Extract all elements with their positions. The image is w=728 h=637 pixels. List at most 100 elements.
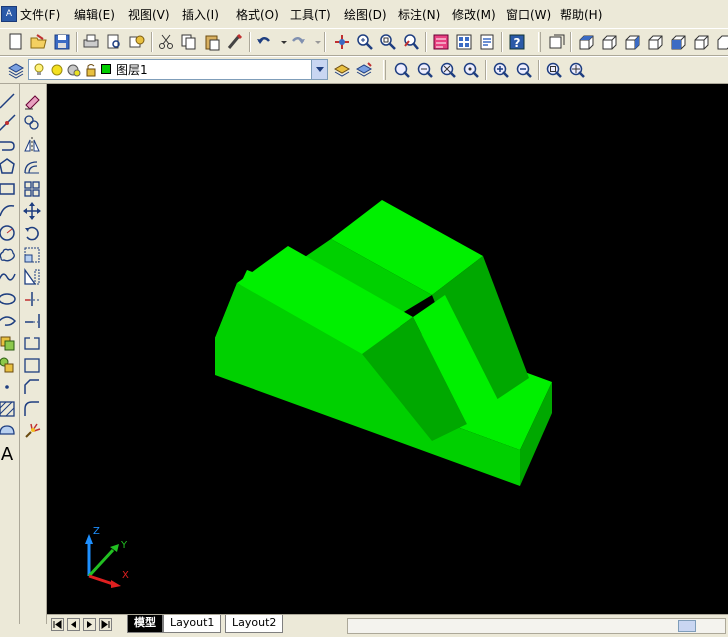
break-at-point-icon[interactable]	[21, 354, 43, 376]
zoom-center-icon[interactable]	[461, 60, 481, 80]
layer-dropdown-arrow[interactable]	[311, 60, 327, 79]
zoom-dynamic-icon[interactable]	[415, 60, 435, 80]
match-properties-icon[interactable]	[225, 32, 245, 52]
spline-icon[interactable]	[0, 266, 18, 288]
first-tab-icon[interactable]	[51, 618, 64, 631]
stretch-icon[interactable]	[21, 266, 43, 288]
right-view-icon[interactable]	[645, 32, 665, 52]
pan-realtime-icon[interactable]	[332, 32, 352, 52]
bottom-view-icon[interactable]	[599, 32, 619, 52]
menu-edit[interactable]: 编辑(E)	[74, 6, 115, 24]
construction-line-icon[interactable]	[0, 112, 18, 134]
zoom-in-icon[interactable]	[491, 60, 511, 80]
menu-view[interactable]: 视图(V)	[128, 6, 170, 24]
region-icon[interactable]	[0, 420, 18, 442]
properties-icon[interactable]	[431, 32, 451, 52]
hatch-icon[interactable]	[0, 398, 18, 420]
multiline-text-icon[interactable]: A	[0, 442, 18, 464]
paste-icon[interactable]	[202, 32, 222, 52]
copy-object-icon[interactable]	[21, 112, 43, 134]
help-icon[interactable]: ?	[507, 32, 527, 52]
copy-icon[interactable]	[179, 32, 199, 52]
menu-file[interactable]: 文件(F)	[20, 6, 60, 24]
polyline-icon[interactable]	[0, 134, 18, 156]
mirror-icon[interactable]	[21, 134, 43, 156]
next-tab-icon[interactable]	[83, 618, 96, 631]
scroll-thumb[interactable]	[678, 620, 696, 632]
last-tab-icon[interactable]	[99, 618, 112, 631]
tab-model[interactable]: 模型	[127, 615, 163, 633]
left-view-icon[interactable]	[622, 32, 642, 52]
menu-insert[interactable]: 插入(I)	[182, 6, 219, 24]
circle-icon[interactable]	[0, 222, 18, 244]
zoom-out-icon[interactable]	[514, 60, 534, 80]
tool-palettes-icon[interactable]	[477, 32, 497, 52]
app-icon[interactable]: A	[1, 6, 17, 22]
insert-block-icon[interactable]	[0, 332, 18, 354]
zoom-previous-icon[interactable]	[401, 32, 421, 52]
design-center-icon[interactable]	[454, 32, 474, 52]
horizontal-scrollbar[interactable]	[347, 618, 726, 634]
break-icon[interactable]	[21, 332, 43, 354]
menu-tools[interactable]: 工具(T)	[290, 6, 331, 24]
trim-icon[interactable]	[21, 288, 43, 310]
point-icon[interactable]	[0, 376, 18, 398]
line-icon[interactable]	[0, 90, 18, 112]
save-icon[interactable]	[52, 32, 72, 52]
tab-layout2[interactable]: Layout2	[225, 615, 284, 633]
rectangle-icon[interactable]	[0, 178, 18, 200]
layer-manager-icon[interactable]	[6, 60, 26, 80]
fillet-icon[interactable]	[21, 398, 43, 420]
menu-format[interactable]: 格式(O)	[236, 6, 279, 24]
open-file-icon[interactable]	[29, 32, 49, 52]
undo-dropdown-icon[interactable]	[274, 32, 287, 52]
rotate-icon[interactable]	[21, 222, 43, 244]
publish-icon[interactable]	[127, 32, 147, 52]
undo-icon[interactable]	[254, 32, 274, 52]
cut-icon[interactable]	[156, 32, 176, 52]
new-file-icon[interactable]	[6, 32, 26, 52]
tab-layout1[interactable]: Layout1	[163, 615, 222, 633]
layer-dropdown[interactable]: 图层1	[28, 59, 328, 80]
sw-isometric-icon[interactable]	[714, 32, 728, 52]
ellipse-arc-icon[interactable]	[0, 310, 18, 332]
menu-draw[interactable]: 绘图(D)	[344, 6, 387, 24]
zoom-extents-icon[interactable]	[567, 60, 587, 80]
chamfer-icon[interactable]	[21, 376, 43, 398]
zoom-realtime-icon[interactable]	[355, 32, 375, 52]
zoom-window-icon[interactable]	[392, 60, 412, 80]
toolbar-grip[interactable]	[538, 32, 541, 52]
top-view-icon[interactable]	[576, 32, 596, 52]
menu-modify[interactable]: 修改(M)	[452, 6, 496, 24]
array-icon[interactable]	[21, 178, 43, 200]
zoom-window-icon[interactable]	[378, 32, 398, 52]
arc-icon[interactable]	[0, 200, 18, 222]
erase-icon[interactable]	[21, 90, 43, 112]
front-view-icon[interactable]	[668, 32, 688, 52]
back-view-icon[interactable]	[691, 32, 711, 52]
make-object-layer-current-icon[interactable]	[332, 60, 352, 80]
offset-icon[interactable]	[21, 156, 43, 178]
menu-window[interactable]: 窗口(W)	[506, 6, 551, 24]
layer-previous-icon[interactable]	[354, 60, 374, 80]
revision-cloud-icon[interactable]	[0, 244, 18, 266]
print-icon[interactable]	[81, 32, 101, 52]
extend-icon[interactable]	[21, 310, 43, 332]
redo-dropdown-icon[interactable]	[308, 32, 321, 52]
named-views-icon[interactable]	[547, 32, 567, 52]
zoom-scale-icon[interactable]	[438, 60, 458, 80]
toolbar-grip[interactable]	[383, 60, 386, 80]
polygon-icon[interactable]	[0, 156, 18, 178]
make-block-icon[interactable]	[0, 354, 18, 376]
print-preview-icon[interactable]	[104, 32, 124, 52]
previous-tab-icon[interactable]	[67, 618, 80, 631]
move-icon[interactable]	[21, 200, 43, 222]
explode-icon[interactable]	[21, 420, 43, 442]
drawing-canvas[interactable]: Z Y X	[47, 84, 728, 614]
menu-dimension[interactable]: 标注(N)	[398, 6, 440, 24]
scale-icon[interactable]	[21, 244, 43, 266]
redo-icon[interactable]	[288, 32, 308, 52]
zoom-all-icon[interactable]	[544, 60, 564, 80]
menu-help[interactable]: 帮助(H)	[560, 6, 602, 24]
ellipse-icon[interactable]	[0, 288, 18, 310]
